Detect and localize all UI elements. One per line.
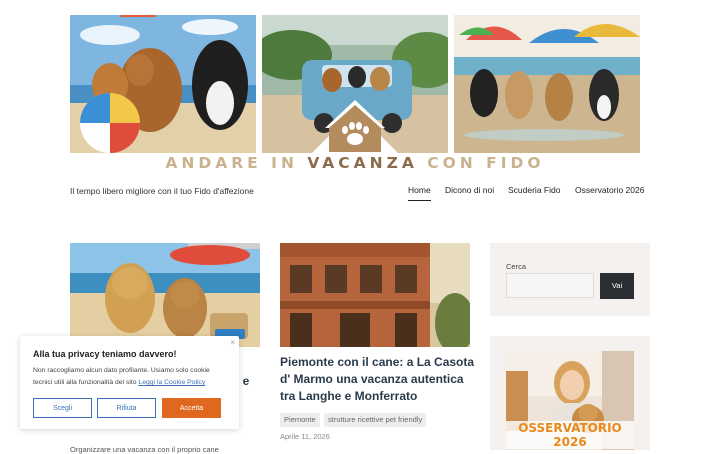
house-paw-icon [305,100,405,160]
search-input[interactable] [506,273,594,298]
post-right-image[interactable] [280,243,470,347]
nav-home[interactable]: Home [408,185,431,201]
post-left-image[interactable] [70,243,260,347]
search-label: Cerca [506,262,527,271]
search-button[interactable]: Vai [600,273,634,299]
cookie-banner: × Alla tua privacy teniamo davvero! Non … [20,336,239,429]
tag-piemonte[interactable]: Piemonte [280,413,320,427]
post-date: Aprile 11, 2026 [280,432,330,441]
site-header-banner[interactable]: ANDARE IN VACANZA CON FIDO [70,15,640,172]
search-widget: Cerca Vai [490,243,650,316]
cookie-title: Alla tua privacy teniamo davvero! [33,349,177,359]
nav-dicono-di-noi[interactable]: Dicono di noi [445,185,494,195]
cookie-reject-button[interactable]: Rifiuta [97,398,156,418]
close-icon[interactable]: × [230,338,235,347]
post-title[interactable]: Piemonte con il cane: a La Casota d' Mar… [280,354,475,405]
tag-strutture-pet-friendly[interactable]: strutture ricettive pet friendly [324,413,427,427]
site-tagline: Il tempo libero migliore con il tuo Fido… [70,186,254,196]
osservatorio-promo-image[interactable]: OSSERVATORIO 2026 [506,351,634,450]
banner-photo-dogs-running-beach [454,15,640,153]
site-title[interactable]: ANDARE IN VACANZA CON FIDO [70,154,640,172]
nav-scuderia-fido[interactable]: Scuderia Fido [508,185,560,195]
banner-photo-dogs-beach-ball [70,15,256,153]
cookie-choose-button[interactable]: Scegli [33,398,92,418]
cookie-policy-link[interactable]: Leggi la Cookie Policy [138,379,205,386]
nav-osservatorio-2026[interactable]: Osservatorio 2026 [575,185,644,195]
promo-widget: OSSERVATORIO 2026 [490,336,650,450]
cookie-text: Non raccogliamo alcun dato profilante. U… [33,367,210,386]
cookie-accept-button[interactable]: Accetta [162,398,221,418]
osservatorio-caption: OSSERVATORIO 2026 [506,421,634,449]
